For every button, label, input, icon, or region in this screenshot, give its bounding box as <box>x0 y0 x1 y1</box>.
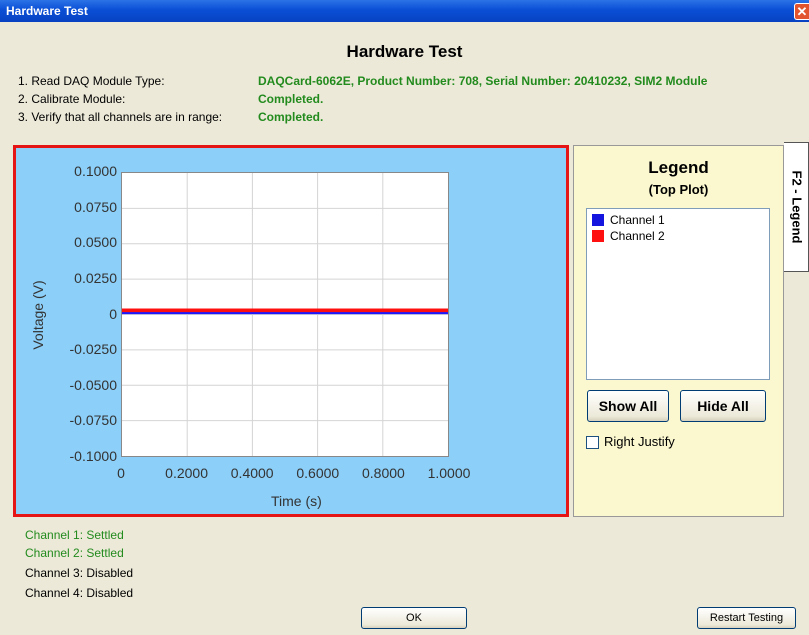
y-tick-label: -0.0750 <box>69 412 117 429</box>
channel-status: Channel 3: Disabled <box>25 566 134 580</box>
legend-title: Legend <box>648 158 709 177</box>
y-tick-label: 0.0250 <box>74 269 117 286</box>
legend-item-label: Channel 2 <box>610 229 665 243</box>
close-icon[interactable]: ✕ <box>794 3 809 20</box>
title-bar: Hardware Test ✕ <box>0 0 809 22</box>
plot-area[interactable] <box>121 172 449 457</box>
line-chart <box>122 173 448 456</box>
step-label: 3. Verify that all channels are in range… <box>18 110 223 124</box>
show-all-button[interactable]: Show All <box>587 390 669 422</box>
right-justify-label: Right Justify <box>604 434 675 449</box>
steps-list: 1. Read DAQ Module Type: DAQCard-6062E, … <box>18 74 798 128</box>
step-label: 1. Read DAQ Module Type: <box>18 74 165 88</box>
y-tick-label: 0.0750 <box>74 198 117 215</box>
y-tick-label: -0.0250 <box>69 341 117 358</box>
step-label: 2. Calibrate Module: <box>18 92 126 106</box>
page-title: Hardware Test <box>346 42 463 61</box>
channel-status: Channel 4: Disabled <box>25 586 134 600</box>
legend-swatch <box>592 214 604 226</box>
legend-subtitle: (Top Plot) <box>648 182 709 197</box>
y-tick-label: -0.1000 <box>69 448 117 464</box>
step-calibrate: 2. Calibrate Module: Completed. <box>18 92 798 110</box>
hide-all-button[interactable]: Hide All <box>680 390 766 422</box>
step-value: Completed. <box>258 92 324 106</box>
x-axis-label: Time (s) <box>271 493 322 509</box>
x-tick-label: 1.0000 <box>427 465 471 481</box>
step-verify: 3. Verify that all channels are in range… <box>18 110 798 128</box>
step-value: Completed. <box>258 110 324 124</box>
y-tick-label: 0.1000 <box>74 163 117 179</box>
y-axis-label: Voltage (V) <box>30 280 46 350</box>
y-tick-label: 0.0500 <box>74 234 117 251</box>
legend-list[interactable]: Channel 1 Channel 2 <box>586 208 770 380</box>
ok-button[interactable]: OK <box>361 607 467 629</box>
x-tick-label: 0.2000 <box>165 465 209 481</box>
legend-tab-label: F2 - Legend <box>789 170 805 244</box>
step-read-module: 1. Read DAQ Module Type: DAQCard-6062E, … <box>18 74 798 92</box>
channel-status: Channel 1: Settled <box>25 528 124 542</box>
restart-testing-button[interactable]: Restart Testing <box>697 607 796 629</box>
x-tick-label: 0.4000 <box>230 465 274 481</box>
legend-swatch <box>592 230 604 242</box>
channel-status: Channel 2: Settled <box>25 546 124 560</box>
window-title: Hardware Test <box>6 4 88 18</box>
x-tick-label: 0.8000 <box>361 465 405 481</box>
x-tick-label: 0.6000 <box>296 465 340 481</box>
y-tick-label: -0.0500 <box>69 376 117 393</box>
step-value: DAQCard-6062E, Product Number: 708, Seri… <box>258 74 708 88</box>
y-tick-label: 0 <box>109 305 117 322</box>
legend-tab[interactable]: F2 - Legend <box>784 142 809 272</box>
right-justify-checkbox[interactable] <box>586 436 599 449</box>
legend-item-label: Channel 1 <box>610 213 665 227</box>
x-tick-label: 0 <box>117 465 125 481</box>
